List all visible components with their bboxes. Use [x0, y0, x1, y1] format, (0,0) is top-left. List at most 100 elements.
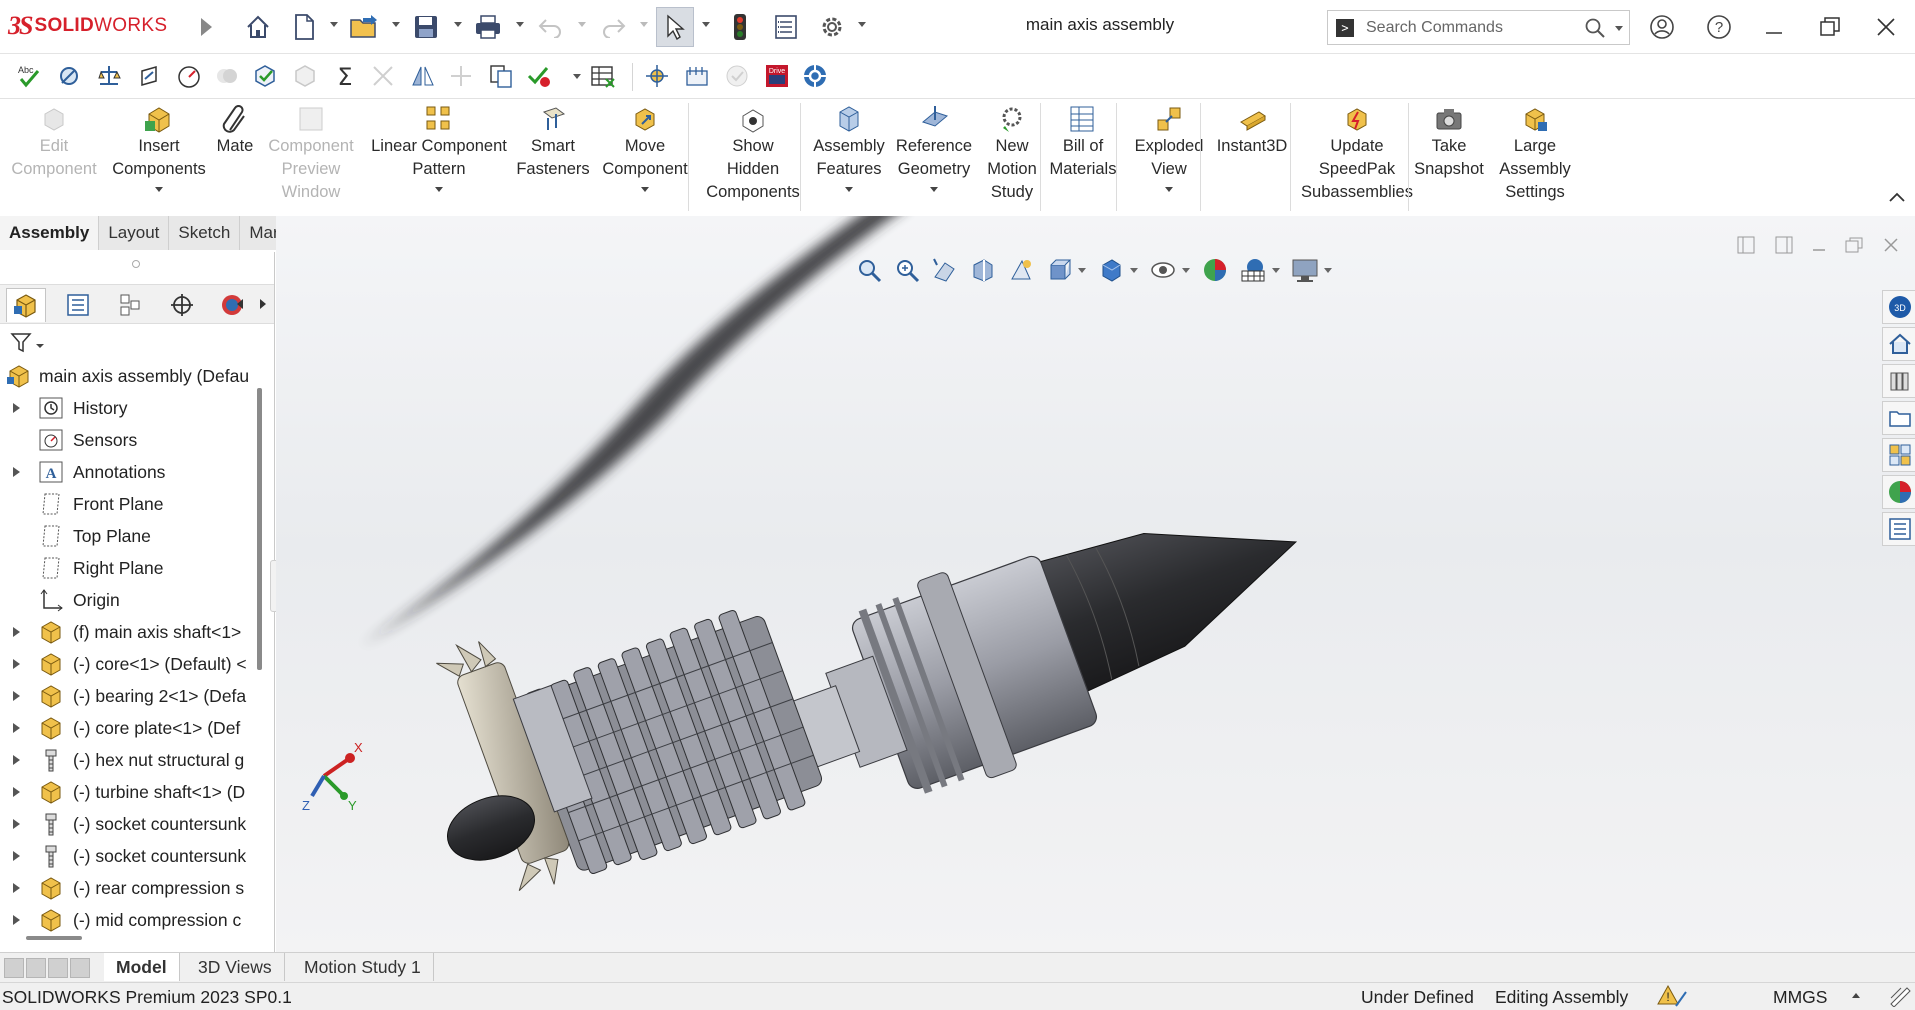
configuration-manager-icon[interactable]: [110, 288, 150, 322]
expand-arrow-icon[interactable]: [13, 851, 20, 861]
apply-scene-dropdown-caret[interactable]: [1272, 267, 1280, 273]
file-properties-icon[interactable]: [770, 11, 802, 43]
options-dropdown-caret[interactable]: [858, 22, 866, 27]
home-icon[interactable]: [242, 11, 274, 43]
viewport-close-icon[interactable]: [1876, 232, 1906, 258]
viewport-minimize-icon[interactable]: [1804, 232, 1834, 258]
cmd-show-hidden-components-button[interactable]: Show Hidden Components: [694, 103, 812, 204]
search-icon[interactable]: [1584, 17, 1606, 42]
cmd-update-speedpak-subassemblies-button[interactable]: Update SpeedPak Subassemblies: [1290, 103, 1424, 204]
tree-item[interactable]: Right Plane: [0, 552, 262, 584]
previous-tab-icon[interactable]: [26, 958, 46, 978]
cmd-take-snapshot-button[interactable]: Take Snapshot: [1412, 103, 1486, 181]
redo-dropdown-caret[interactable]: [640, 22, 648, 27]
bottom-tab-model[interactable]: Model: [104, 953, 180, 981]
dimxpert-manager-icon[interactable]: [162, 288, 202, 322]
edit-appearance-icon[interactable]: [1200, 255, 1230, 285]
cmd-dropdown-caret[interactable]: [435, 187, 443, 192]
tree-item[interactable]: (-) socket countersunk: [0, 840, 262, 872]
expand-arrow-icon[interactable]: [13, 755, 20, 765]
cmd-mate-button[interactable]: Mate: [208, 103, 262, 158]
collapse-ribbon-chevron-icon[interactable]: [1888, 190, 1906, 206]
expand-arrow-icon[interactable]: [190, 11, 222, 43]
cmd-bill-of-materials-button[interactable]: Bill of Materials: [1040, 103, 1126, 181]
dynamic-annotation-icon[interactable]: [1006, 255, 1036, 285]
sigma-equations-icon[interactable]: Σ: [330, 61, 360, 91]
smart-dimension-icon[interactable]: [682, 61, 712, 91]
help-icon[interactable]: ?: [1700, 9, 1738, 45]
pane-grip-handle[interactable]: [132, 260, 140, 268]
expand-arrow-icon[interactable]: [13, 915, 20, 925]
user-account-icon[interactable]: [1643, 9, 1681, 45]
print-icon[interactable]: [472, 11, 504, 43]
bottom-tab-3d-views[interactable]: 3D Views: [186, 953, 285, 981]
zoom-to-area-icon[interactable]: [892, 255, 922, 285]
tabs-scroll-left-icon[interactable]: [237, 299, 243, 309]
property-manager-icon[interactable]: [58, 288, 98, 322]
unit-system[interactable]: MMGS: [1773, 987, 1827, 1008]
explode-line-icon[interactable]: [642, 61, 672, 91]
expand-arrow-icon[interactable]: [13, 883, 20, 893]
tree-item[interactable]: Sensors: [0, 424, 262, 456]
evaluate-dropdown-caret[interactable]: [573, 74, 581, 79]
design-library-icon[interactable]: [1882, 364, 1915, 398]
custom-properties-icon[interactable]: [1882, 512, 1915, 546]
new-dropdown-caret[interactable]: [330, 22, 338, 27]
cmd-dropdown-caret[interactable]: [641, 187, 649, 192]
expand-arrow-icon[interactable]: [13, 659, 20, 669]
symmetry-check-icon[interactable]: [408, 61, 438, 91]
table-icon[interactable]: [588, 61, 618, 91]
new-document-icon[interactable]: [288, 11, 320, 43]
restore-icon[interactable]: [1811, 9, 1849, 45]
view-orientation-dropdown-caret[interactable]: [1078, 267, 1086, 273]
last-tab-icon[interactable]: [70, 958, 90, 978]
display-style-dropdown-caret[interactable]: [1130, 267, 1138, 273]
tree-vertical-scrollbar[interactable]: [257, 388, 262, 670]
expand-arrow-icon[interactable]: [13, 691, 20, 701]
select-dropdown-caret[interactable]: [702, 22, 710, 27]
expand-arrow-icon[interactable]: [13, 467, 20, 477]
minimize-icon[interactable]: [1755, 9, 1793, 45]
expand-arrow-icon[interactable]: [13, 787, 20, 797]
view-settings-icon[interactable]: [1290, 255, 1320, 285]
expand-arrow-icon[interactable]: [13, 819, 20, 829]
file-explorer-icon[interactable]: [1882, 401, 1915, 435]
first-tab-icon[interactable]: [4, 958, 24, 978]
solidworks-logo[interactable]: 3S SOLIDWORKS: [8, 10, 167, 42]
open-folder-icon[interactable]: [348, 11, 380, 43]
viewport-restore-icon[interactable]: [1839, 232, 1869, 258]
copy-settings-icon[interactable]: [486, 61, 516, 91]
hide-show-items-icon[interactable]: [1148, 255, 1178, 285]
cmd-instant3d-button[interactable]: Instant3D: [1208, 103, 1296, 158]
viewport-split-left-icon[interactable]: [1731, 232, 1761, 258]
cmd-dropdown-caret[interactable]: [155, 187, 163, 192]
cam-settings-icon[interactable]: [800, 61, 830, 91]
select-arrow-icon[interactable]: [656, 7, 694, 47]
tree-item[interactable]: Front Plane: [0, 488, 262, 520]
tab-sketch[interactable]: Sketch: [169, 216, 241, 250]
tree-item[interactable]: (-) rear compression s: [0, 872, 262, 904]
filter-icon[interactable]: [10, 332, 46, 357]
mass-properties-icon[interactable]: [94, 61, 124, 91]
open-dropdown-caret[interactable]: [392, 22, 400, 27]
cmd-reference-geometry-button[interactable]: Reference Geometry: [888, 103, 980, 192]
section-view-icon[interactable]: [968, 255, 998, 285]
cmd-insert-components-button[interactable]: Insert Components: [104, 103, 214, 192]
tree-item[interactable]: Origin: [0, 584, 262, 616]
close-icon[interactable]: [1867, 9, 1905, 45]
tree-item[interactable]: (-) socket countersunk: [0, 808, 262, 840]
cmd-edit-component-button[interactable]: Edit Component: [0, 103, 108, 181]
next-tab-icon[interactable]: [48, 958, 68, 978]
redo-icon[interactable]: [597, 11, 629, 43]
cmd-dropdown-caret[interactable]: [930, 187, 938, 192]
tree-item[interactable]: (-) bearing 2<1> (Defa: [0, 680, 262, 712]
viewport-split-right-icon[interactable]: [1769, 232, 1799, 258]
section-properties-icon[interactable]: [134, 61, 164, 91]
measure-icon[interactable]: [56, 61, 86, 91]
feature-manager-tree-icon[interactable]: [6, 288, 46, 322]
search-commands-input[interactable]: [1366, 16, 1576, 40]
cmd-component-preview-window-button[interactable]: Component Preview Window: [256, 103, 366, 204]
bottom-tab-motion-study-1[interactable]: Motion Study 1: [292, 953, 434, 981]
cmd-smart-fasteners-button[interactable]: Smart Fasteners: [516, 103, 590, 181]
rebuild-warning-icon[interactable]: !: [1656, 984, 1688, 1010]
